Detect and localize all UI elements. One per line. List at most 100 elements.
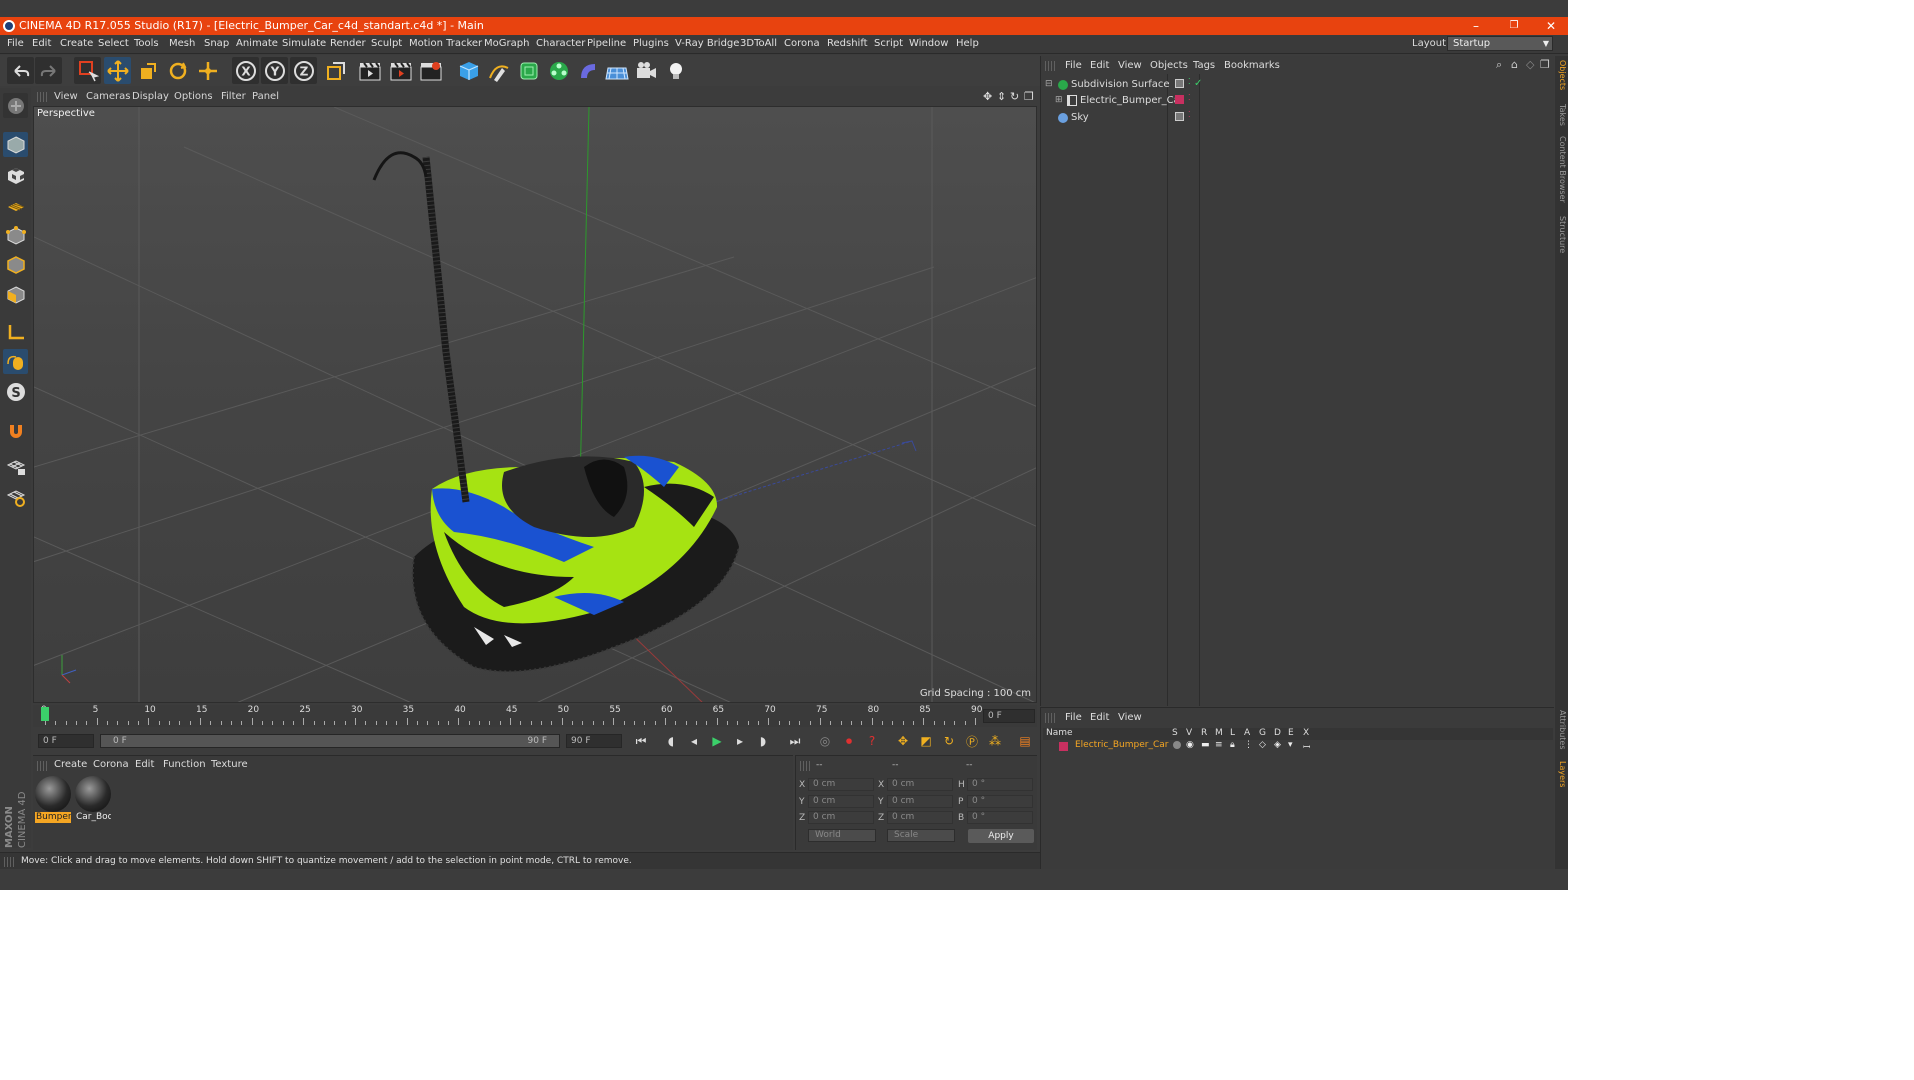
tab-content-browser[interactable]: Content Browser bbox=[1556, 136, 1567, 203]
menu-animate[interactable]: Animate bbox=[236, 38, 278, 49]
menu-redshift[interactable]: Redshift bbox=[827, 38, 868, 49]
viewport-menu-filter[interactable]: Filter bbox=[221, 91, 246, 102]
coordinate-space-dropdown[interactable]: World bbox=[808, 829, 876, 842]
transform-tool-button[interactable] bbox=[194, 57, 221, 84]
viewport-menu-cameras[interactable]: Cameras bbox=[86, 91, 130, 102]
x-axis-lock-button[interactable]: X bbox=[232, 57, 259, 84]
material-name-bumper[interactable]: Bumper bbox=[35, 812, 71, 823]
add-camera-button[interactable] bbox=[632, 57, 659, 84]
y-axis-lock-button[interactable]: Y bbox=[261, 57, 288, 84]
collapse-icon[interactable]: ⊟ bbox=[1045, 79, 1053, 89]
column-generators[interactable]: G bbox=[1259, 728, 1266, 738]
render-settings-button[interactable] bbox=[417, 57, 444, 84]
render-toggle-icon[interactable]: ▬ bbox=[1201, 740, 1210, 750]
add-cube-button[interactable] bbox=[455, 57, 482, 84]
material-panel-drag-handle[interactable] bbox=[37, 761, 47, 771]
tweak-mode-button[interactable] bbox=[3, 349, 28, 374]
deformer-toggle-icon[interactable]: ◈ bbox=[1274, 740, 1281, 750]
name-column-divider[interactable] bbox=[1167, 74, 1168, 706]
column-name[interactable]: Name bbox=[1046, 728, 1073, 738]
rotation-p-field[interactable]: 0 ° bbox=[967, 795, 1033, 808]
menu-3dtoall[interactable]: 3DToAll bbox=[740, 38, 777, 49]
menu-corona[interactable]: Corona bbox=[784, 38, 820, 49]
scale-tool-button[interactable] bbox=[134, 57, 161, 84]
points-mode-button[interactable] bbox=[3, 223, 28, 248]
rotate-tool-button[interactable] bbox=[164, 57, 191, 84]
texture-mode-button[interactable] bbox=[3, 163, 28, 188]
rotation-h-field[interactable]: 0 ° bbox=[967, 778, 1033, 791]
menu-select[interactable]: Select bbox=[98, 38, 129, 49]
size-y-field[interactable]: 0 cm bbox=[887, 795, 953, 808]
material-menu-corona[interactable]: Corona bbox=[93, 759, 129, 770]
layer-row[interactable]: Electric_Bumper_Car ◉ ▬ ≡ 🔒︎ ⋮ ◇ ◈ ▾ ꟷ bbox=[1043, 740, 1553, 753]
visibility-dots-icon[interactable]: ⁚ bbox=[1188, 110, 1191, 119]
layer-swatch[interactable] bbox=[1175, 79, 1184, 88]
layer-name[interactable]: Electric_Bumper_Car bbox=[1075, 740, 1168, 750]
timeline-ruler[interactable]: 051015202530354045505560657075808590 0 F bbox=[33, 705, 1037, 727]
tags-column-divider[interactable] bbox=[1199, 74, 1200, 706]
layer-swatch[interactable] bbox=[1175, 112, 1184, 121]
layer-menu-edit[interactable]: Edit bbox=[1090, 712, 1109, 723]
autokey-button[interactable]: ⏺ bbox=[839, 732, 859, 750]
end-frame-field[interactable]: 90 F bbox=[566, 734, 622, 748]
viewport-menu-view[interactable]: View bbox=[54, 91, 78, 102]
playhead-marker[interactable] bbox=[41, 707, 49, 721]
visibility-dots-icon[interactable]: ⁚ bbox=[1188, 77, 1191, 86]
menu-plugins[interactable]: Plugins bbox=[633, 38, 669, 49]
column-animation[interactable]: A bbox=[1244, 728, 1250, 738]
workplane-mode-button[interactable] bbox=[3, 192, 28, 217]
visibility-dots-icon[interactable]: ⁚ bbox=[1188, 93, 1191, 102]
tab-objects[interactable]: Objects bbox=[1556, 60, 1567, 90]
expand-icon[interactable]: ⊞ bbox=[1055, 95, 1063, 105]
menu-sculpt[interactable]: Sculpt bbox=[371, 38, 402, 49]
object-menu-tags[interactable]: Tags bbox=[1193, 60, 1215, 71]
previous-key-button[interactable]: ◖ bbox=[661, 732, 681, 750]
menu-edit[interactable]: Edit bbox=[32, 38, 51, 49]
key-position-button[interactable]: ✥ bbox=[893, 732, 913, 750]
viewport-zoom-icon[interactable]: ⇕ bbox=[997, 90, 1006, 103]
object-row-electric-bumper-car[interactable]: ⊞ Electric_Bumper_Car ⁚ bbox=[1045, 93, 1553, 109]
snap-button[interactable] bbox=[3, 418, 28, 443]
add-generator-button[interactable] bbox=[515, 57, 542, 84]
viewport-maximize-icon[interactable]: ❐ bbox=[1024, 90, 1034, 103]
enabled-check-icon[interactable]: ✓ bbox=[1194, 78, 1202, 89]
material-swatch-bumper[interactable] bbox=[35, 776, 71, 812]
material-name-car-body[interactable]: Car_Bod bbox=[75, 812, 111, 823]
column-solo[interactable]: S bbox=[1172, 728, 1178, 738]
add-deformer-button[interactable] bbox=[574, 57, 601, 84]
model-mode-button[interactable] bbox=[3, 132, 28, 157]
render-to-picture-viewer-button[interactable] bbox=[387, 57, 414, 84]
add-environment-button[interactable] bbox=[603, 57, 630, 84]
add-mograph-button[interactable] bbox=[545, 57, 572, 84]
perspective-viewport[interactable]: Perspective Grid Spacing : 100 cm bbox=[33, 106, 1037, 703]
key-rotation-button[interactable]: ↻ bbox=[939, 732, 959, 750]
coordinate-system-button[interactable] bbox=[322, 57, 349, 84]
viewport-rotate-icon[interactable]: ↻ bbox=[1010, 90, 1019, 103]
object-manager-drag-handle[interactable] bbox=[1045, 61, 1055, 71]
rotation-b-field[interactable]: 0 ° bbox=[967, 811, 1033, 824]
panel-drag-handle[interactable] bbox=[37, 92, 47, 102]
go-to-start-button[interactable]: ⏮ bbox=[631, 732, 651, 750]
layer-manager-drag-handle[interactable] bbox=[1045, 713, 1055, 723]
current-frame-field[interactable]: 0 F bbox=[983, 709, 1035, 723]
column-manager[interactable]: M bbox=[1215, 728, 1223, 738]
keyframe-selection-button[interactable]: ? bbox=[862, 732, 882, 750]
menu-help[interactable]: Help bbox=[956, 38, 979, 49]
menu-pipeline[interactable]: Pipeline bbox=[587, 38, 626, 49]
column-expressions[interactable]: E bbox=[1288, 728, 1294, 738]
workplane-lock-button[interactable] bbox=[3, 454, 28, 479]
size-mode-dropdown[interactable]: Scale bbox=[887, 829, 955, 842]
column-locked[interactable]: L bbox=[1230, 728, 1235, 738]
menu-character[interactable]: Character bbox=[536, 38, 585, 49]
go-to-end-button[interactable]: ⏭ bbox=[785, 732, 805, 750]
column-visible[interactable]: V bbox=[1186, 728, 1192, 738]
material-menu-edit[interactable]: Edit bbox=[135, 759, 154, 770]
polygons-mode-button[interactable] bbox=[3, 282, 28, 307]
material-menu-texture[interactable]: Texture bbox=[211, 759, 248, 770]
layer-filter-icon[interactable]: ◇ bbox=[1526, 58, 1534, 71]
viewport-menu-panel[interactable]: Panel bbox=[252, 91, 279, 102]
restore-button[interactable]: ❐ bbox=[1496, 17, 1532, 35]
object-name[interactable]: Sky bbox=[1071, 112, 1089, 123]
material-menu-function[interactable]: Function bbox=[163, 759, 206, 770]
size-z-field[interactable]: 0 cm bbox=[887, 811, 953, 824]
